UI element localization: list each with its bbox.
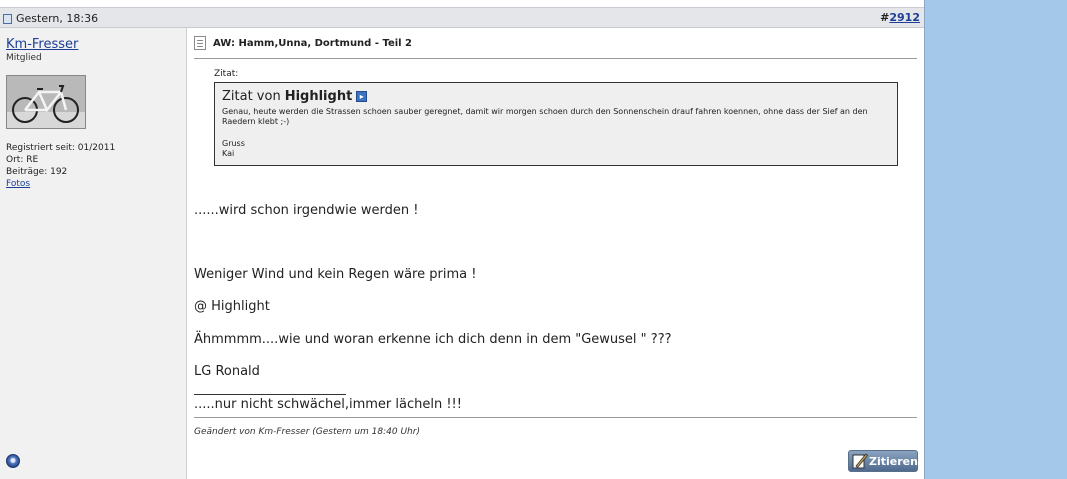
post-line: @ Highlight bbox=[194, 299, 270, 314]
post-date-text: Gestern, 18:36 bbox=[16, 12, 99, 25]
post-status-icon bbox=[3, 13, 12, 24]
goto-post-icon[interactable]: ▸ bbox=[356, 91, 368, 102]
quote-prefix: Zitat von bbox=[222, 89, 281, 104]
post-line: ......wird schon irgendwie werden ! bbox=[194, 203, 419, 218]
photos-link[interactable]: Fotos bbox=[6, 178, 115, 190]
bicycle-avatar-image bbox=[7, 76, 85, 128]
quote-name: Kai bbox=[222, 149, 235, 158]
post-line: Ähmmmm....wie und woran erkenne ich dich… bbox=[194, 332, 672, 347]
signature-divider bbox=[194, 394, 346, 395]
post-header: Gestern, 18:36 #2912 bbox=[0, 7, 924, 28]
user-sidebar: Km-Fresser Mitglied Registriert seit: 01… bbox=[0, 28, 187, 479]
online-status-icon bbox=[6, 454, 20, 468]
post-number-link[interactable]: 2912 bbox=[889, 11, 920, 24]
title-divider bbox=[194, 58, 917, 59]
forum-post: Gestern, 18:36 #2912 Km-Fresser Mitglied… bbox=[0, 0, 925, 479]
post-number-prefix: # bbox=[880, 11, 890, 24]
signature-text: .....nur nicht schwächel,immer lächeln !… bbox=[194, 397, 462, 412]
post-title: AW: Hamm,Unna, Dortmund - Teil 2 bbox=[194, 36, 412, 50]
quote-signature: Gruss Kai bbox=[222, 139, 890, 159]
post-date: Gestern, 18:36 bbox=[3, 12, 98, 25]
post-line: LG Ronald bbox=[194, 364, 260, 379]
quote-button-label: Zitieren bbox=[869, 454, 918, 468]
quote-label: Zitat: bbox=[214, 69, 239, 79]
user-meta: Registriert seit: 01/2011 Ort: RE Beiträ… bbox=[6, 142, 115, 190]
user-rank: Mitglied bbox=[6, 53, 42, 63]
edited-note: Geändert von Km-Fresser (Gestern um 18:4… bbox=[194, 427, 420, 437]
post-line: Weniger Wind und kein Regen wäre prima ! bbox=[194, 267, 477, 282]
user-location: Ort: RE bbox=[6, 155, 39, 165]
document-icon bbox=[194, 36, 206, 50]
quote-box: Zitat von Highlight ▸ Genau, heute werde… bbox=[214, 82, 898, 166]
username-link[interactable]: Km-Fresser bbox=[6, 37, 78, 52]
post-content: AW: Hamm,Unna, Dortmund - Teil 2 Zitat: … bbox=[188, 28, 924, 479]
avatar[interactable] bbox=[6, 75, 86, 129]
registered-date: Registriert seit: 01/2011 bbox=[6, 143, 116, 153]
quote-header: Zitat von Highlight ▸ bbox=[222, 89, 890, 104]
post-number: #2912 bbox=[880, 11, 920, 24]
quote-greeting: Gruss bbox=[222, 139, 245, 148]
quote-pen-icon bbox=[852, 453, 868, 469]
quote-text: Genau, heute werden die Strassen schoen … bbox=[222, 107, 868, 126]
user-post-count: Beiträge: 192 bbox=[6, 167, 68, 177]
edit-divider bbox=[194, 417, 917, 418]
quote-author: Highlight bbox=[284, 89, 353, 104]
quote-button[interactable]: Zitieren bbox=[848, 450, 918, 472]
post-title-text: AW: Hamm,Unna, Dortmund - Teil 2 bbox=[213, 37, 413, 49]
